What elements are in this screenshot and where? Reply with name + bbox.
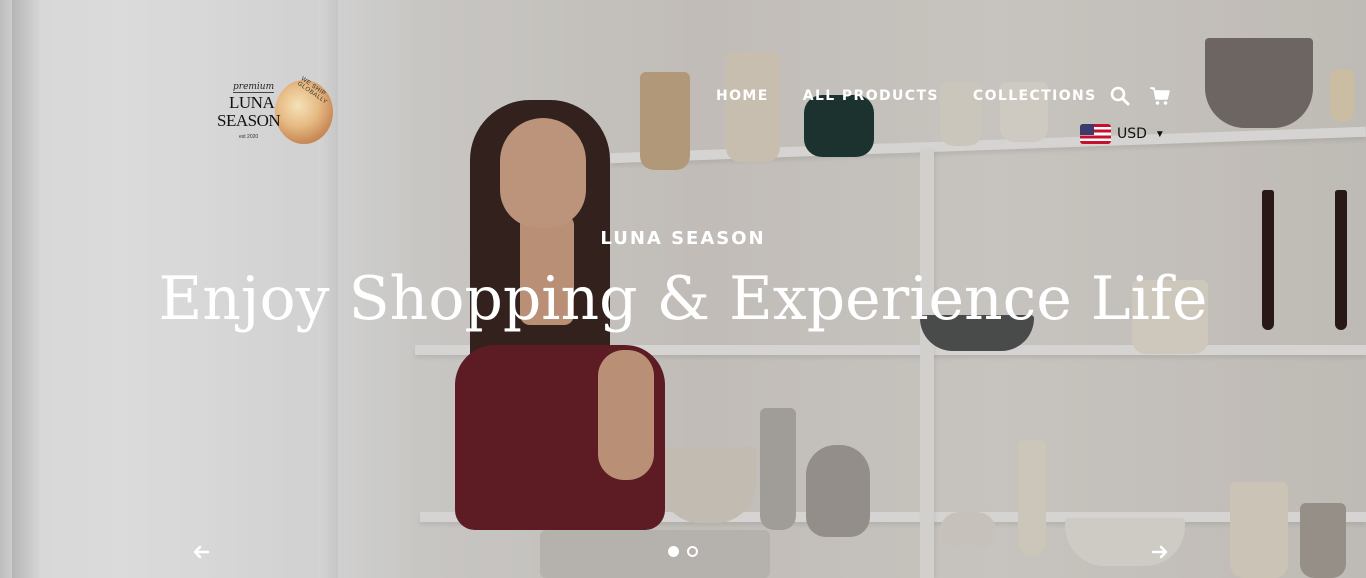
slide-subheading: LUNA SEASON	[600, 228, 766, 249]
cart-icon[interactable]	[1149, 86, 1171, 106]
slide-dots	[668, 546, 698, 557]
us-flag-icon	[1080, 124, 1111, 144]
nav-home[interactable]: HOME	[716, 88, 769, 104]
site-logo[interactable]: premium LUNA SEASON est 2020 WE SHIP GLO…	[215, 76, 343, 148]
logo-name-line2: SEASON	[217, 111, 281, 130]
arrow-right-icon[interactable]	[1151, 543, 1169, 561]
nav-all-products[interactable]: ALL PRODUCTS	[803, 88, 939, 104]
arrow-left-icon[interactable]	[192, 543, 210, 561]
nav-collections[interactable]: COLLECTIONS	[973, 88, 1097, 104]
slide-dot[interactable]	[687, 546, 698, 557]
chevron-down-icon: ▼	[1154, 128, 1165, 140]
currency-code: USD	[1117, 126, 1147, 142]
slide-dot[interactable]	[668, 546, 679, 557]
search-icon[interactable]	[1110, 86, 1130, 106]
logo-name-line1: LUNA	[229, 93, 275, 112]
slide-heading: Enjoy Shopping & Experience Life	[158, 264, 1208, 334]
logo-est-text: est 2020	[239, 134, 259, 140]
currency-selector[interactable]: USD ▼	[1080, 124, 1165, 144]
logo-premium-text: premium	[233, 82, 275, 93]
main-nav: HOME ALL PRODUCTS COLLECTIONS	[716, 88, 1097, 104]
